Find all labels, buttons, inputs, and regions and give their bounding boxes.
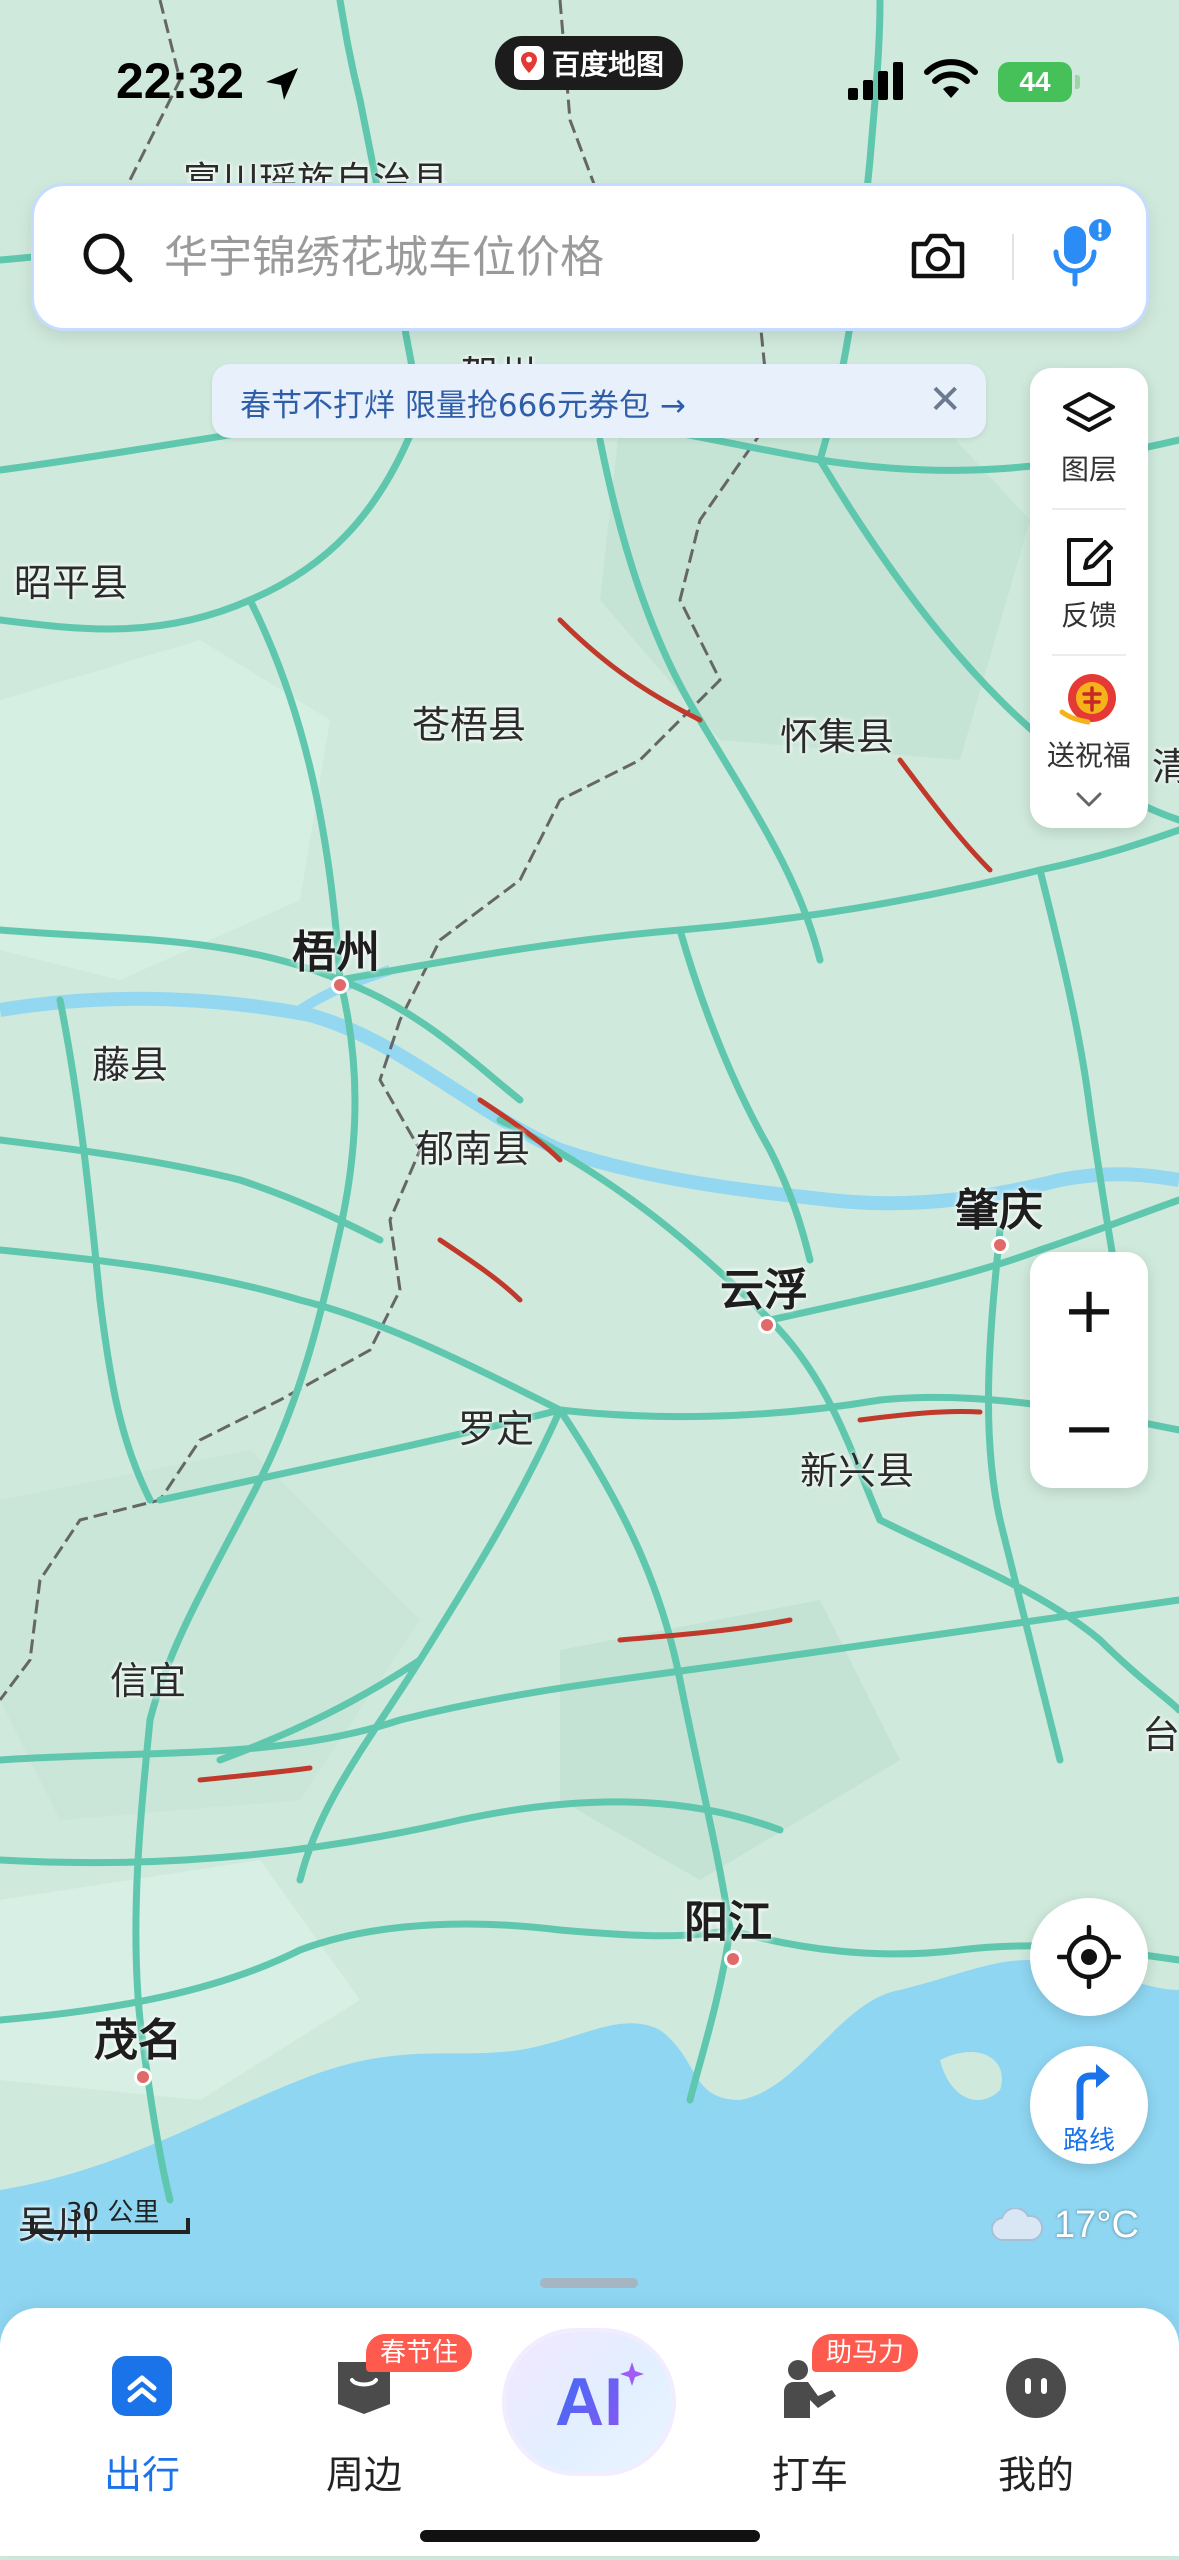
cellular-signal-icon xyxy=(848,62,903,100)
profile-icon xyxy=(1006,2358,1066,2418)
battery-indicator: 44 xyxy=(998,62,1080,102)
tab-nearby-label: 周边 xyxy=(325,2453,402,2497)
blessing-icon xyxy=(1059,674,1116,725)
map-label-wuzhou[interactable]: 梧州 xyxy=(292,916,380,980)
blessing-label: 送祝福 xyxy=(1046,739,1131,772)
map-scale: 30 公里 xyxy=(30,2192,200,2240)
map-dot-yangjiang xyxy=(724,1950,742,1968)
tab-nearby[interactable]: 春节住 周边 xyxy=(274,2334,473,2508)
zoom-out-button[interactable]: − xyxy=(1030,1370,1148,1488)
map-dot-maoming xyxy=(134,2068,152,2086)
tab-taxi[interactable]: 助马力 打车 xyxy=(720,2334,919,2508)
status-bar: 22:32 百度地图 44 xyxy=(0,0,1179,170)
tools-divider xyxy=(1052,508,1126,510)
map-label-yunan[interactable]: 郁南县 xyxy=(416,1118,530,1173)
crosshair-icon xyxy=(1057,1925,1121,1989)
route-label: 路线 xyxy=(1062,2126,1115,2156)
map-label-yunfu[interactable]: 云浮 xyxy=(720,1254,808,1318)
map-label-xinyi[interactable]: 信宜 xyxy=(110,1650,186,1705)
map-label-qing[interactable]: 清 xyxy=(1152,736,1179,791)
map-dot-yunfu xyxy=(758,1316,776,1334)
tab-profile[interactable]: 我的 xyxy=(946,2338,1126,2508)
promo-banner[interactable]: 春节不打烊 限量抢666元券包 → ✕ xyxy=(212,364,986,438)
baidu-map-logo-icon xyxy=(513,46,544,80)
location-arrow-icon xyxy=(266,68,298,100)
map-tools-panel: 图层 反馈 送祝福 xyxy=(1030,368,1148,828)
route-button[interactable]: 路线 xyxy=(1030,2046,1148,2164)
wifi-icon xyxy=(924,59,978,98)
map-label-tai[interactable]: 台 xyxy=(1142,1704,1179,1759)
scale-bar xyxy=(30,2218,190,2234)
app-pill-label: 百度地图 xyxy=(551,48,664,81)
feedback-label: 反馈 xyxy=(1060,599,1117,632)
weather-temperature: 17°C xyxy=(1054,2204,1139,2246)
map-label-huaiji[interactable]: 怀集县 xyxy=(780,706,894,761)
map-label-cangwu[interactable]: 苍梧县 xyxy=(412,694,526,749)
tab-travel-label: 出行 xyxy=(103,2453,180,2497)
taxi-badge: 助马力 xyxy=(812,2334,919,2372)
map-dot-wuzhou xyxy=(331,976,349,994)
blessing-button[interactable]: 送祝福 xyxy=(1030,668,1148,774)
promo-close-button[interactable]: ✕ xyxy=(928,378,962,422)
map-label-xinxing[interactable]: 新兴县 xyxy=(800,1440,914,1495)
cloud-icon xyxy=(990,2207,1044,2241)
weather-widget[interactable]: 17°C xyxy=(990,2204,1139,2247)
camera-icon[interactable] xyxy=(906,224,970,288)
search-divider xyxy=(1012,234,1014,280)
status-time: 22:32 xyxy=(116,53,244,109)
map-label-maoming[interactable]: 茂名 xyxy=(94,2004,182,2068)
layers-icon xyxy=(1063,392,1115,432)
map-label-yangjiang[interactable]: 阳江 xyxy=(684,1886,772,1950)
tab-taxi-label: 打车 xyxy=(771,2453,848,2497)
microphone-icon[interactable] xyxy=(1044,218,1114,298)
app-return-pill[interactable]: 百度地图 xyxy=(495,36,683,90)
zoom-in-button[interactable]: + xyxy=(1030,1252,1148,1370)
map-label-tengxian[interactable]: 藤县 xyxy=(92,1034,168,1089)
search-icon xyxy=(83,233,133,283)
map-label-luoding[interactable]: 罗定 xyxy=(458,1398,534,1453)
zoom-control: + − xyxy=(1030,1252,1148,1488)
chevron-down-icon[interactable] xyxy=(1074,790,1104,810)
map-label-zhaoping[interactable]: 昭平县 xyxy=(14,552,128,607)
feedback-icon xyxy=(1067,538,1113,586)
route-arrow-icon xyxy=(1076,2064,1110,2120)
tab-profile-label: 我的 xyxy=(997,2453,1074,2497)
search-input[interactable] xyxy=(162,226,906,288)
feedback-button[interactable]: 反馈 xyxy=(1030,534,1148,634)
travel-icon xyxy=(112,2356,172,2416)
tab-travel[interactable]: 出行 xyxy=(52,2338,232,2508)
ai-assistant-button[interactable]: AI xyxy=(506,2332,672,2472)
map-dot-zhaoqing xyxy=(991,1236,1009,1254)
tools-divider xyxy=(1052,654,1126,656)
nearby-badge: 春节住 xyxy=(366,2334,473,2372)
bottom-sheet-handle[interactable] xyxy=(540,2278,638,2288)
layers-label: 图层 xyxy=(1060,453,1117,486)
map-label-zhaoqing[interactable]: 肇庆 xyxy=(955,1174,1043,1238)
locate-button[interactable] xyxy=(1030,1898,1148,2016)
promo-text[interactable]: 春节不打烊 限量抢666元券包 → xyxy=(240,380,686,425)
ai-label: AI xyxy=(555,2364,623,2440)
sparkle-icon xyxy=(620,2362,644,2386)
home-indicator[interactable] xyxy=(420,2530,760,2542)
bottom-tab-bar: 出行 春节住 周边 AI 助马力 打车 我的 xyxy=(0,2308,1179,2556)
search-bar[interactable] xyxy=(34,186,1146,328)
layers-button[interactable]: 图层 xyxy=(1030,388,1148,488)
